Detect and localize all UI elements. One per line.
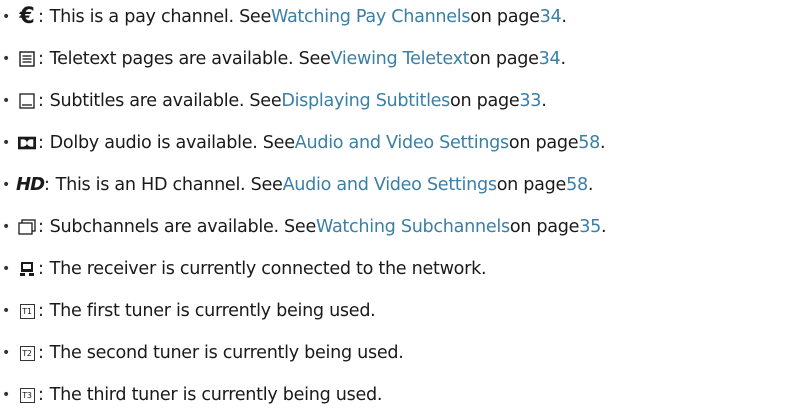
list-item: • : The receiver is currently connected … (2, 255, 487, 283)
item-text: The second tuner is currently being used… (49, 343, 404, 363)
item-text-end: . (600, 133, 606, 153)
list-item: • HD : This is an HD channel. See Audio … (2, 171, 593, 199)
tuner-2-icon: T2 (18, 343, 36, 363)
bullet: • (2, 177, 10, 193)
item-text: This is an HD channel. See (55, 175, 283, 195)
separator: : (38, 133, 44, 153)
page-link[interactable]: 34 (540, 3, 562, 31)
item-text-mid: on page (469, 49, 539, 69)
tuner-3-icon: T3 (18, 385, 36, 405)
item-text-end: . (600, 217, 607, 237)
page-link[interactable]: 58 (566, 171, 588, 199)
separator: : (38, 385, 44, 405)
item-text: Subtitles are available. See (49, 91, 282, 111)
item-text-end: . (561, 7, 567, 27)
item-text: The first tuner is currently being used. (49, 301, 376, 321)
bullet: • (2, 345, 10, 361)
list-item: • T2 : The second tuner is currently bei… (2, 339, 404, 367)
separator: : (44, 175, 50, 195)
euro-icon: € (19, 4, 35, 29)
tuner-1-icon: T1 (18, 301, 36, 321)
subchannels-icon (18, 217, 36, 237)
list-item: • : Teletext pages are available. See Vi… (2, 45, 566, 73)
separator: : (38, 217, 44, 237)
item-text: Dolby audio is available. See (49, 133, 295, 153)
network-icon (18, 259, 36, 279)
separator: : (38, 91, 44, 111)
list-item: • : Subchannels are available. See Watch… (2, 213, 607, 241)
hd-icon: HD (16, 174, 45, 195)
list-item: • T3 : The third tuner is currently bein… (2, 381, 382, 409)
bullet: • (2, 219, 10, 235)
list-item: • T1 : The first tuner is currently bein… (2, 297, 376, 325)
teletext-icon (18, 49, 36, 69)
list-item: • : Dolby audio is available. See Audio … (2, 129, 606, 157)
item-text: Subchannels are available. See (49, 217, 317, 237)
bullet: • (2, 387, 10, 403)
item-text-mid: on page (450, 91, 520, 111)
link-watching-subchannels[interactable]: Watching Subchannels (316, 213, 510, 241)
link-watching-pay-channels[interactable]: Watching Pay Channels (271, 3, 471, 31)
separator: : (38, 49, 44, 69)
separator: : (38, 343, 44, 363)
separator: : (38, 259, 44, 279)
list-item: • € : This is a pay channel. See Watchin… (2, 3, 567, 31)
link-audio-and-video-settings[interactable]: Audio and Video Settings (283, 171, 497, 199)
separator: : (38, 7, 44, 27)
item-text-end: . (541, 91, 547, 111)
bullet: • (2, 135, 10, 151)
item-text: The receiver is currently connected to t… (49, 259, 487, 279)
item-text-mid: on page (496, 175, 567, 195)
item-text-mid: on page (508, 133, 579, 153)
page-link[interactable]: 35 (579, 213, 601, 241)
item-text-end: . (560, 49, 566, 69)
item-text-mid: on page (509, 217, 580, 237)
page-link[interactable]: 34 (539, 45, 561, 73)
item-text-mid: on page (470, 7, 540, 27)
bullet: • (2, 93, 10, 109)
item-text: This is a pay channel. See (49, 7, 272, 27)
page-link[interactable]: 33 (519, 87, 541, 115)
subtitles-icon (18, 91, 36, 111)
link-displaying-subtitles[interactable]: Displaying Subtitles (281, 87, 450, 115)
bullet: • (2, 9, 10, 25)
item-text: Teletext pages are available. See (49, 49, 331, 69)
page-link[interactable]: 58 (578, 129, 600, 157)
bullet: • (2, 51, 10, 67)
dolby-icon (18, 133, 36, 153)
bullet: • (2, 261, 10, 277)
list-item: • : Subtitles are available. See Display… (2, 87, 547, 115)
item-text-end: . (587, 175, 594, 195)
link-viewing-teletext[interactable]: Viewing Teletext (331, 45, 470, 73)
link-audio-and-video-settings[interactable]: Audio and Video Settings (295, 129, 509, 157)
bullet: • (2, 303, 10, 319)
separator: : (38, 301, 44, 321)
item-text: The third tuner is currently being used. (49, 385, 383, 405)
